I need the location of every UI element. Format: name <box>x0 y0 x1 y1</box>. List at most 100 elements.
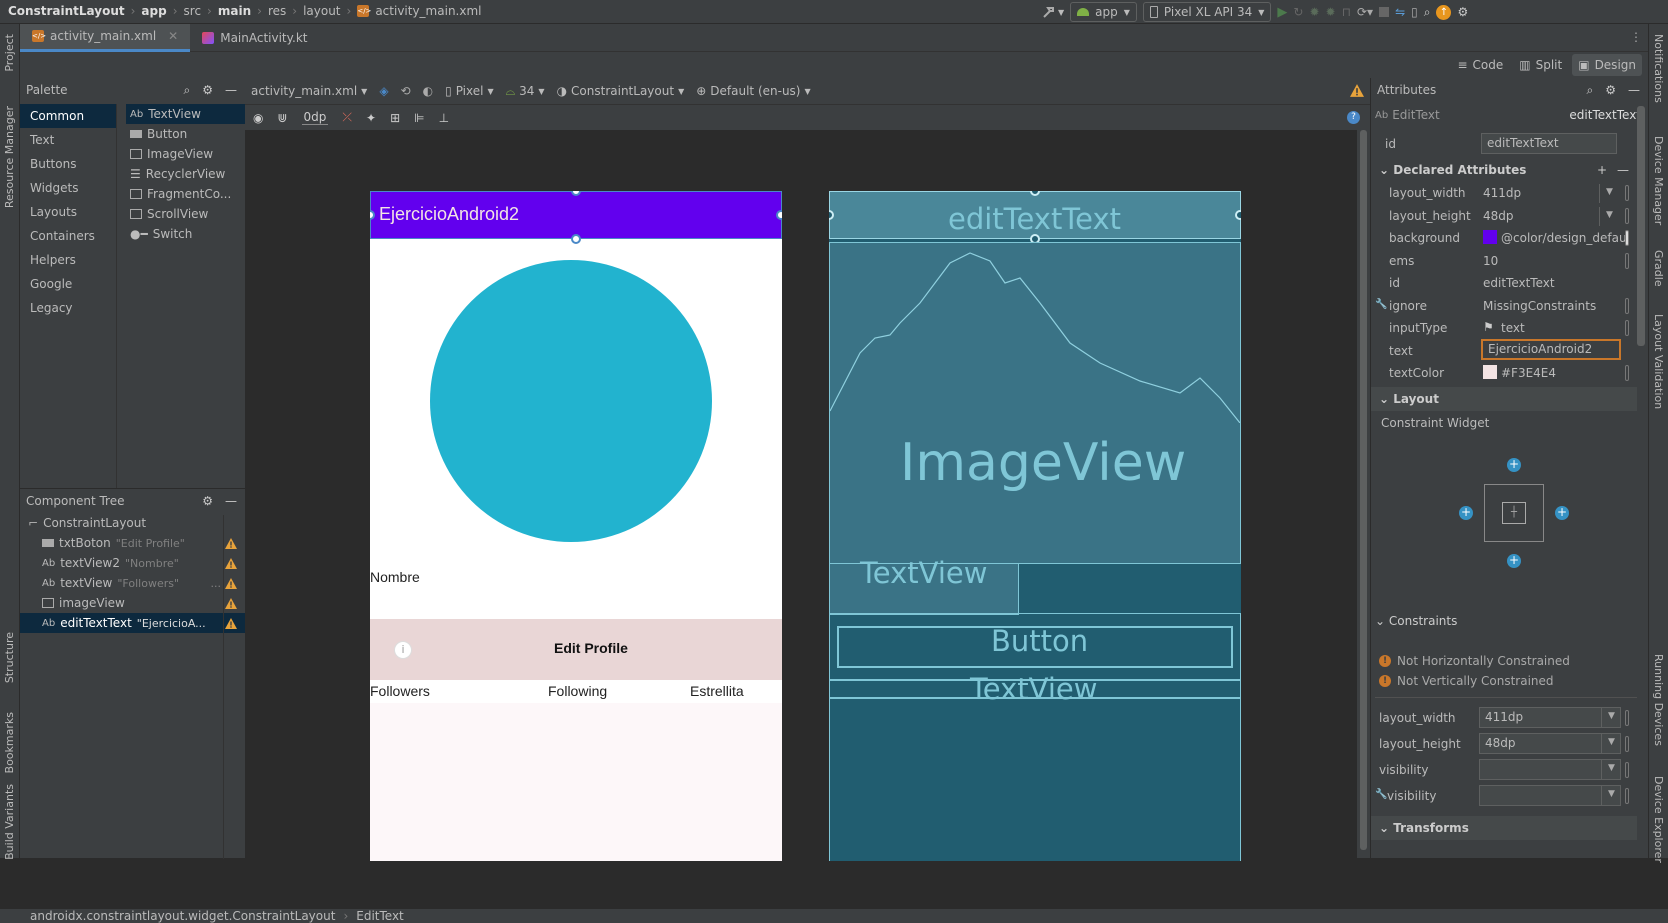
edit-text-value[interactable]: EjercicioAndroid2 <box>379 204 519 225</box>
warning-icon[interactable] <box>225 537 237 549</box>
help-icon[interactable]: ? <box>1347 111 1360 124</box>
device-select[interactable]: ▯ Pixel ▼ <box>439 80 500 102</box>
align-icon[interactable]: ⊫ <box>414 111 424 125</box>
design-mode-button[interactable]: ▣ Design <box>1572 54 1642 76</box>
breadcrumb-item[interactable]: ConstraintLayout <box>8 4 125 18</box>
device-mirror-icon[interactable]: ▯ <box>1411 5 1418 19</box>
orientation-icon[interactable]: ⟲ <box>401 84 411 98</box>
warning-icon[interactable] <box>225 557 237 569</box>
dropdown-icon[interactable]: ▼ <box>1599 207 1619 226</box>
add-constraint-icon[interactable]: + <box>1459 506 1473 520</box>
pack-icon[interactable]: ⊞ <box>390 111 400 125</box>
search-icon[interactable]: ⌕ <box>1587 83 1594 98</box>
remove-icon[interactable]: — <box>1617 163 1629 177</box>
minimize-icon[interactable]: — <box>225 83 237 97</box>
debug-icon[interactable]: ✹ <box>1309 5 1319 19</box>
build-variants-tool-button[interactable]: Build Variants <box>3 784 16 860</box>
tree-item[interactable]: txtBoton "Edit Profile" <box>20 533 245 553</box>
notifications-tool-button[interactable]: Notifications <box>1652 34 1665 103</box>
tree-item[interactable]: Ab textView "Followers" ... <box>20 573 245 593</box>
device-select[interactable]: Pixel XL API 34 ▼ <box>1142 2 1272 22</box>
blueprint-edittext[interactable]: editTextText <box>829 191 1241 239</box>
gear-icon[interactable]: ⚙ <box>202 83 213 97</box>
declared-attr-row[interactable]: inputType ⚑ text <box>1371 316 1649 340</box>
run-icon[interactable]: ▶ <box>1277 5 1287 20</box>
attributes-scrollbar[interactable] <box>1637 106 1645 346</box>
palette-widget[interactable]: FragmentCo... <box>126 184 254 204</box>
declared-attr-row[interactable]: layout_width 411dp ▼ <box>1371 181 1649 205</box>
apply-changes-icon[interactable]: ⟳▾ <box>1357 5 1373 19</box>
layout-width-input[interactable]: 411dp <box>1479 707 1621 728</box>
run-config-select[interactable]: app ▼ <box>1070 2 1137 22</box>
palette-category[interactable]: Text <box>20 128 116 152</box>
sync-gradle-icon[interactable]: ⇋ <box>1395 5 1405 19</box>
attach-debugger-icon[interactable]: ⊓ <box>1342 5 1351 19</box>
layers-icon[interactable]: ◈ <box>379 84 388 98</box>
breadcrumb-item[interactable]: res <box>268 4 286 18</box>
declared-attr-row[interactable]: id editTextText <box>1371 271 1649 295</box>
declared-attr-row[interactable]: text EjercicioAndroid2 <box>1371 339 1649 363</box>
palette-widget[interactable]: Ab TextView <box>126 104 254 124</box>
design-preview[interactable]: EjercicioAndroid2 Nombre i Edit Profile … <box>370 191 782 861</box>
breadcrumb-item[interactable]: main <box>218 4 251 18</box>
blueprint-textview-2[interactable]: TextView <box>829 672 1241 706</box>
palette-category[interactable]: Helpers <box>20 248 116 272</box>
dropdown-icon[interactable]: ▼ <box>1601 708 1621 727</box>
code-mode-button[interactable]: ≡ Code <box>1451 54 1509 76</box>
followers-text[interactable]: Followers <box>370 683 430 699</box>
add-constraint-icon[interactable]: + <box>1507 458 1521 472</box>
search-icon[interactable]: ⌕ <box>184 83 191 98</box>
running-devices-tool-button[interactable]: Running Devices <box>1652 654 1665 746</box>
constraint-widget[interactable]: ┼ + + + + <box>1446 458 1576 578</box>
declared-attr-row[interactable]: layout_height 48dp ▼ <box>1371 204 1649 228</box>
following-text[interactable]: Following <box>548 683 607 699</box>
search-icon[interactable]: ⌕ <box>1424 5 1431 20</box>
project-tool-button[interactable]: Project <box>3 34 16 72</box>
edit-profile-button[interactable]: i Edit Profile <box>370 619 782 680</box>
magnet-icon[interactable]: ⋓ <box>277 111 287 125</box>
file-select[interactable]: activity_main.xml ▼ <box>245 80 373 102</box>
tab-activity-main[interactable]: </> activity_main.xml ✕ <box>20 23 191 52</box>
theme-select[interactable]: ◑ ConstraintLayout ▼ <box>551 80 691 102</box>
add-constraint-icon[interactable]: + <box>1507 554 1521 568</box>
guidelines-icon[interactable]: ⊥ <box>439 111 449 125</box>
constraint-handle[interactable] <box>776 210 782 220</box>
more-tabs-icon[interactable]: ⋮ <box>1630 30 1642 44</box>
visibility-select[interactable] <box>1479 759 1621 780</box>
declared-attr-row[interactable]: textColor #F3E4E4 <box>1371 361 1649 385</box>
constraint-handle[interactable] <box>1235 210 1241 220</box>
rerun-icon[interactable]: ↻ <box>1293 5 1303 19</box>
blueprint-button[interactable]: Button <box>837 624 1233 668</box>
palette-widget[interactable]: ScrollView <box>126 204 254 224</box>
canvas-scrollbar[interactable] <box>1357 130 1370 858</box>
declared-attr-row[interactable]: background @color/design_defau <box>1371 226 1649 250</box>
bookmarks-tool-button[interactable]: Bookmarks <box>3 712 16 773</box>
palette-category[interactable]: Layouts <box>20 200 116 224</box>
breadcrumb-item[interactable]: layout <box>303 4 340 18</box>
split-mode-button[interactable]: ▥ Split <box>1513 54 1568 76</box>
warning-icon[interactable] <box>225 617 237 629</box>
device-explorer-tool-button[interactable]: Device Explorer <box>1652 776 1665 863</box>
palette-widget[interactable]: ●━ Switch <box>126 224 254 244</box>
dropdown-icon[interactable]: ▼ <box>1601 760 1621 779</box>
api-select[interactable]: ⌓ 34 ▼ <box>500 80 551 102</box>
locale-select[interactable]: ⊕ Default (en-us) ▼ <box>690 80 816 102</box>
tree-item[interactable]: Ab editTextText "EjercicioA... <box>20 613 245 633</box>
tree-item[interactable]: imageView <box>20 593 245 613</box>
structure-tool-button[interactable]: Structure <box>3 632 16 683</box>
default-margin-field[interactable]: 0dp <box>301 110 329 125</box>
constraint-handle[interactable] <box>571 234 581 244</box>
transforms-header[interactable]: ⌄ Transforms <box>1371 816 1637 840</box>
blueprint-textview-1[interactable]: TextView <box>829 556 1019 615</box>
layout-header[interactable]: ⌄ Layout <box>1371 387 1637 411</box>
palette-widget[interactable]: Button <box>126 124 254 144</box>
warning-icon[interactable] <box>1350 84 1364 97</box>
infer-constraints-icon[interactable]: ✦ <box>366 111 376 125</box>
palette-category[interactable]: Containers <box>20 224 116 248</box>
layout-height-input[interactable]: 48dp <box>1479 733 1621 754</box>
profile-icon[interactable]: ✹ <box>1326 5 1336 19</box>
close-icon[interactable]: ✕ <box>168 29 178 43</box>
minimize-icon[interactable]: — <box>225 494 237 508</box>
add-icon[interactable]: + <box>1597 163 1607 177</box>
estrellita-text[interactable]: Estrellita <box>690 683 744 699</box>
